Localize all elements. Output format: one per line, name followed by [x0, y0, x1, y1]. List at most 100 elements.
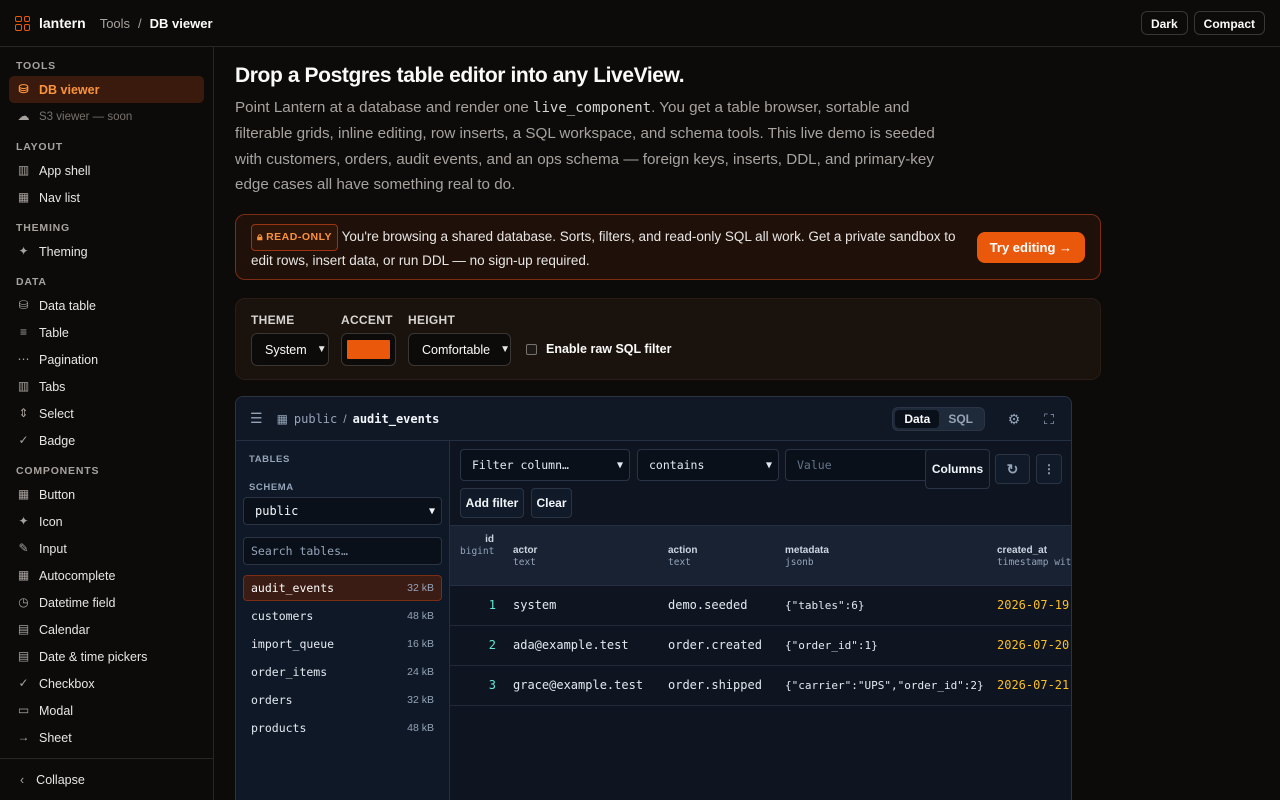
table-list-item[interactable]: order_items 24 kB: [243, 659, 442, 685]
sidebar-item-badge[interactable]: ✓ Badge: [0, 427, 204, 454]
sidebar-item-label: Table: [39, 325, 69, 340]
more-icon[interactable]: ⋮: [1036, 454, 1062, 484]
cell-action[interactable]: order.created: [668, 638, 762, 652]
table-name: audit_events: [352, 411, 440, 426]
column-header-id[interactable]: id bigint: [460, 534, 494, 557]
db-viewer: ☰ ▦ public / audit_events Data SQL ⚙ ⛶ T…: [235, 396, 1072, 800]
column-header-metadata[interactable]: metadata jsonb: [785, 545, 829, 568]
column-header-actor[interactable]: actor text: [513, 545, 537, 568]
cloud-icon: ☁: [17, 109, 30, 123]
height-select[interactable]: Comfortable ▼: [408, 333, 511, 367]
sidebar-item-theming[interactable]: ✦ Theming: [0, 238, 204, 265]
columns-button[interactable]: Columns: [925, 449, 990, 489]
sidebar-item-datetime-field[interactable]: ◷ Datetime field: [0, 589, 204, 616]
cell-actor[interactable]: ada@example.test: [513, 638, 629, 652]
sidebar-item-icon[interactable]: ✦ Icon: [0, 508, 204, 535]
calendar-icon: ▤: [17, 649, 30, 663]
sidebar-item-app-shell[interactable]: ▥ App shell: [0, 157, 204, 184]
sidebar-item-table[interactable]: ≡ Table: [0, 319, 204, 346]
cell-created-at[interactable]: 2026-07-19: [997, 598, 1069, 612]
cell-actor[interactable]: system: [513, 598, 556, 612]
sidebar-item-checkbox[interactable]: ✓ Checkbox: [0, 670, 204, 697]
tab-sql[interactable]: SQL: [939, 410, 982, 428]
sidebar-item-date-time-pickers[interactable]: ▤ Date & time pickers: [0, 643, 204, 670]
sidebar-item-autocomplete[interactable]: ▦ Autocomplete: [0, 562, 204, 589]
grid-icon: ▦: [17, 487, 30, 501]
theme-select[interactable]: System ▼: [251, 333, 329, 367]
column-header-action[interactable]: action text: [668, 545, 697, 568]
sidebar-item-data-table[interactable]: ⛁ Data table: [0, 292, 204, 319]
tab-data[interactable]: Data: [895, 409, 940, 428]
expand-icon[interactable]: ⛶: [1041, 411, 1057, 427]
chevron-left-icon: ‹: [20, 772, 25, 787]
table-list-item[interactable]: import_queue 16 kB: [243, 631, 442, 657]
cell-id[interactable]: 2: [484, 638, 496, 652]
raw-sql-filter-checkbox[interactable]: Enable raw SQL filter: [526, 342, 672, 356]
add-filter-button[interactable]: Add filter: [460, 488, 524, 518]
refresh-icon[interactable]: ↻: [995, 454, 1030, 484]
brand[interactable]: lantern: [15, 15, 86, 31]
sidebar-group-heading: TOOLS: [16, 60, 56, 72]
compact-button[interactable]: Compact: [1193, 11, 1265, 35]
collapse-label: Collapse: [36, 772, 85, 787]
cell-action[interactable]: demo.seeded: [668, 598, 747, 612]
chevron-down-icon: ▼: [765, 459, 772, 471]
sidebar-item-label: App shell: [39, 163, 91, 178]
cell-created-at[interactable]: 2026-07-21: [997, 678, 1069, 692]
sidebar-item-s3-viewer-soon: ☁ S3 viewer — soon: [0, 103, 204, 130]
sidebar-item-nav-list[interactable]: ▦ Nav list: [0, 184, 204, 211]
collapse-button[interactable]: ‹ Collapse: [0, 758, 213, 800]
view-toggle: Data SQL: [892, 406, 985, 431]
column-header-created-at[interactable]: created_at timestamp wit: [997, 545, 1071, 568]
sidebar-item-button[interactable]: ▦ Button: [0, 481, 204, 508]
table-list-item[interactable]: audit_events 32 kB: [243, 575, 442, 601]
cell-metadata[interactable]: {"tables":6}: [785, 599, 864, 612]
cell-metadata[interactable]: {"order_id":1}: [785, 639, 878, 652]
sidebar-item-sheet[interactable]: → Sheet: [0, 724, 204, 751]
accent-color-picker[interactable]: [341, 333, 396, 367]
table-list-item[interactable]: customers 48 kB: [243, 603, 442, 629]
table-list-name: orders: [251, 693, 293, 707]
updown-icon: ⇕: [18, 406, 29, 420]
table-search-input[interactable]: Search tables…: [243, 537, 442, 565]
cell-actor[interactable]: grace@example.test: [513, 678, 643, 692]
sidebar-group-heading: LAYOUT: [16, 141, 63, 153]
settings-icon[interactable]: ⚙: [1006, 411, 1022, 427]
sidebar-item-pagination[interactable]: ⋯ Pagination: [0, 346, 204, 373]
try-editing-button[interactable]: Try editing →: [976, 231, 1085, 263]
table-row[interactable]: 2 ada@example.test order.created {"order_id…: [450, 626, 1071, 666]
sidebar-item-tabs[interactable]: ▥ Tabs: [0, 373, 204, 400]
table-list-item[interactable]: products 48 kB: [243, 715, 442, 741]
filter-column-select[interactable]: Filter column… ▼: [460, 449, 630, 481]
sidebar-item-modal[interactable]: ▭ Modal: [0, 697, 204, 724]
checkbox[interactable]: [526, 343, 537, 355]
filter-operator-select[interactable]: contains ▼: [637, 449, 779, 481]
filter-value-input[interactable]: Value: [785, 449, 930, 481]
clear-filter-button[interactable]: Clear: [531, 488, 572, 518]
menu-icon[interactable]: ☰: [250, 410, 263, 427]
sidebar-item-calendar[interactable]: ▤ Calendar: [0, 616, 204, 643]
cell-id[interactable]: 3: [484, 678, 496, 692]
dark-mode-button[interactable]: Dark: [1140, 11, 1188, 35]
schema-select[interactable]: public ▼: [243, 497, 442, 525]
table-list-name: import_queue: [251, 637, 335, 651]
sidebar-group-heading: THEMING: [16, 222, 71, 234]
table-list-item[interactable]: orders 32 kB: [243, 687, 442, 713]
columns-icon: ▥: [17, 379, 30, 393]
cell-id[interactable]: 1: [484, 598, 496, 612]
table-row[interactable]: 1 system demo.seeded {"tables":6} 2026-07-19: [450, 586, 1071, 626]
sidebar-item-label: Theming: [39, 244, 88, 259]
grid-icon: ▦: [17, 568, 30, 582]
sidebar-item-input[interactable]: ✎ Input: [0, 535, 204, 562]
columns-icon: ▥: [17, 163, 30, 177]
table-list-size: 48 kB: [407, 610, 434, 622]
breadcrumb-tools[interactable]: Tools: [100, 16, 130, 31]
sidebar-item-label: Modal: [39, 703, 74, 718]
table-row[interactable]: 3 grace@example.test order.shipped {"carrie…: [450, 666, 1071, 706]
cell-metadata[interactable]: {"carrier":"UPS","order_id":2}: [785, 679, 984, 692]
sidebar-item-db-viewer[interactable]: ⛁ DB viewer: [9, 76, 204, 103]
cell-created-at[interactable]: 2026-07-20: [997, 638, 1069, 652]
sidebar-item-label: Tabs: [39, 379, 66, 394]
sidebar-item-select[interactable]: ⇕ Select: [0, 400, 204, 427]
cell-action[interactable]: order.shipped: [668, 678, 762, 692]
